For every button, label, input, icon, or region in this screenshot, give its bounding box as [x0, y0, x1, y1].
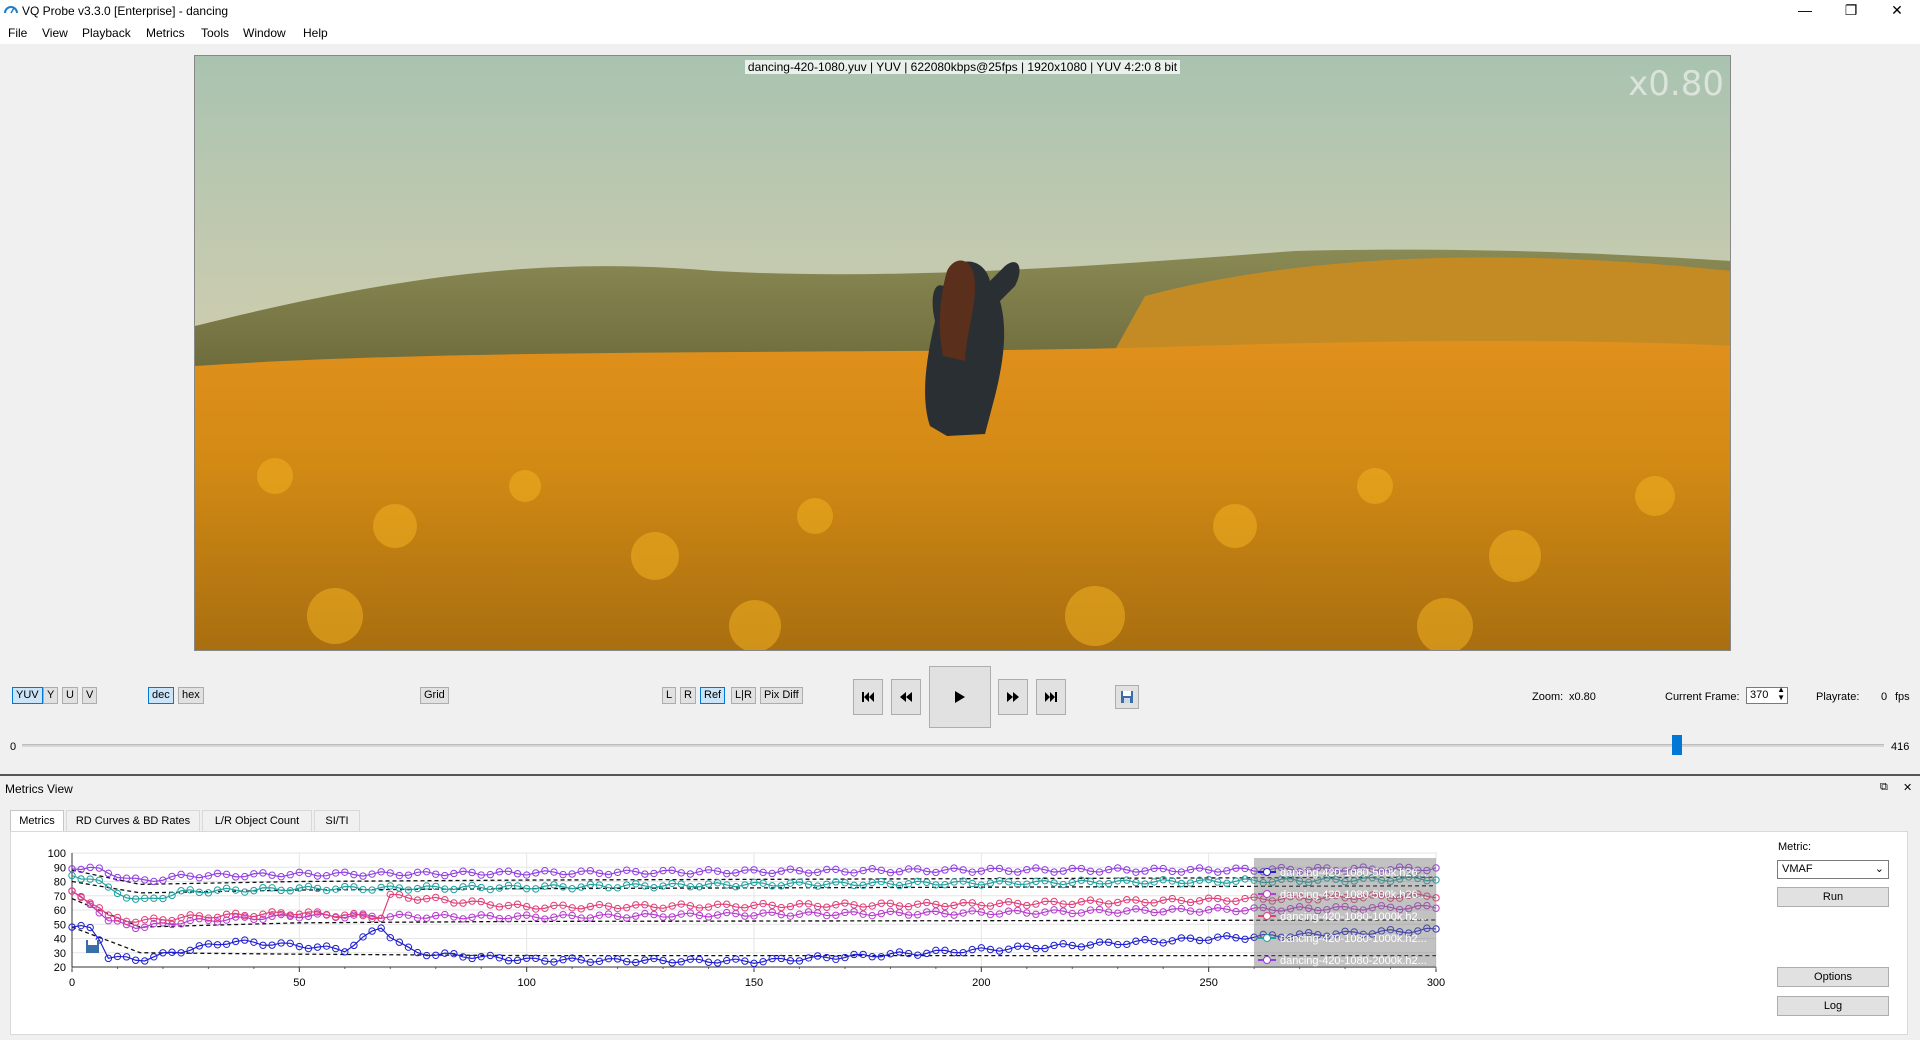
app-logo-icon: [4, 6, 18, 14]
metrics-chart[interactable]: 10090807060504030200 50 100 150 200 250 300dan…: [16, 840, 1756, 1040]
dec-button[interactable]: dec: [148, 687, 174, 704]
y-tick-label: 50: [54, 919, 66, 931]
run-button[interactable]: Run: [1777, 887, 1889, 907]
y-tick-label: 40: [54, 934, 66, 946]
step-forward-button[interactable]: [998, 679, 1028, 715]
legend-swatch-marker: [1263, 890, 1271, 898]
float-panel-icon[interactable]: ⧉: [1880, 781, 1888, 794]
title-bar: VQ Probe v3.3.0 [Enterprise] - dancing —…: [0, 0, 1920, 22]
step-back-button[interactable]: [891, 679, 921, 715]
zoom-label: Zoom:: [1532, 691, 1564, 703]
menu-file[interactable]: File: [8, 26, 27, 40]
plane-yuv-button[interactable]: YUV: [12, 687, 43, 704]
tab-metrics[interactable]: Metrics: [10, 810, 64, 833]
x-tick-label: 100: [517, 977, 535, 989]
left-view-button[interactable]: L: [662, 687, 677, 704]
window-title: VQ Probe v3.3.0 [Enterprise] - dancing: [22, 4, 229, 18]
save-frame-button[interactable]: [1115, 685, 1139, 709]
side-by-side-button[interactable]: L|R: [731, 687, 756, 704]
options-button[interactable]: Options: [1777, 967, 1889, 987]
menu-bar: File View Playback Metrics Tools Window …: [0, 22, 1920, 44]
playrate-label: Playrate:: [1816, 691, 1860, 703]
close-button[interactable]: ✕: [1874, 0, 1920, 22]
menu-help[interactable]: Help: [303, 26, 328, 40]
y-tick-label: 30: [54, 948, 66, 960]
legend-swatch-marker: [1263, 934, 1271, 942]
legend-entry: dancing-420-1080-1000k.h2...: [1280, 933, 1427, 945]
skip-to-end-button[interactable]: [1036, 679, 1066, 715]
x-tick-label: 50: [293, 977, 305, 989]
skip-to-start-button[interactable]: [853, 679, 883, 715]
playrate-value: 0: [1881, 691, 1888, 703]
menu-view[interactable]: View: [42, 26, 68, 40]
tab-object-count[interactable]: L/R Object Count: [202, 810, 312, 832]
metrics-view-title: Metrics View: [5, 782, 73, 796]
legend-entry: dancing-420-1080-1000k.h2...: [1280, 911, 1427, 923]
grid-button[interactable]: Grid: [420, 687, 449, 704]
menu-tools[interactable]: Tools: [201, 26, 229, 40]
plane-u-button[interactable]: U: [62, 687, 78, 704]
y-tick-label: 80: [54, 877, 66, 889]
right-view-button[interactable]: R: [680, 687, 696, 704]
pix-diff-button[interactable]: Pix Diff: [760, 687, 803, 704]
x-tick-label: 300: [1427, 977, 1445, 989]
video-frame[interactable]: dancing-420-1080.yuv | YUV | 622080kbps@…: [194, 55, 1731, 651]
zoom-value: x0.80: [1569, 691, 1596, 703]
x-tick-label: 250: [1199, 977, 1217, 989]
slider-min-label: 0: [10, 741, 17, 753]
play-icon: [955, 691, 965, 703]
legend-swatch-marker: [1263, 868, 1271, 876]
maximize-button[interactable]: ❐: [1828, 0, 1874, 22]
metric-label: Metric:: [1778, 841, 1811, 853]
ref-view-button[interactable]: Ref: [700, 687, 726, 704]
y-tick-label: 60: [54, 905, 66, 917]
legend-swatch-marker: [1263, 956, 1271, 964]
tab-si-ti[interactable]: SI/TI: [314, 810, 360, 832]
y-tick-label: 100: [48, 848, 66, 860]
playrate-unit: fps: [1895, 691, 1910, 703]
plane-v-button[interactable]: V: [82, 687, 98, 704]
y-tick-label: 90: [54, 862, 66, 874]
legend-entry: dancing-420-1080-2000k.h2...: [1280, 955, 1427, 967]
current-frame-spinbox[interactable]: 370 ▲ ▼: [1746, 686, 1788, 704]
x-tick-label: 0: [69, 977, 75, 989]
menu-window[interactable]: Window: [243, 26, 286, 40]
save-icon: [1121, 691, 1133, 703]
minimize-button[interactable]: —: [1782, 0, 1828, 22]
menu-playback[interactable]: Playback: [82, 26, 131, 40]
close-panel-icon[interactable]: ✕: [1903, 781, 1912, 794]
legend-entry: dancing-420-1080-500k.h26...: [1280, 867, 1427, 879]
play-button[interactable]: [929, 666, 991, 728]
chart-save-icon[interactable]: [86, 940, 99, 953]
y-tick-label: 70: [54, 891, 66, 903]
menu-metrics[interactable]: Metrics: [146, 26, 185, 40]
frame-slider-handle[interactable]: [1672, 735, 1683, 755]
zoom-overlay: x0.80: [1628, 64, 1724, 104]
plane-y-button[interactable]: Y: [43, 687, 59, 704]
skip-end-icon: [1045, 692, 1057, 702]
fast-forward-icon: [1007, 692, 1019, 702]
legend-entry: dancing-420-1080-500k.h26...: [1280, 889, 1427, 901]
rewind-icon: [900, 692, 912, 702]
log-button[interactable]: Log: [1777, 996, 1889, 1016]
chevron-down-icon: ⌄: [1874, 863, 1884, 875]
video-frame-image: [195, 56, 1730, 650]
spin-arrows-icon[interactable]: ▲ ▼: [1777, 686, 1785, 702]
y-tick-label: 20: [54, 962, 66, 974]
video-viewer: dancing-420-1080.yuv | YUV | 622080kbps@…: [0, 44, 1920, 774]
metrics-view-header: Metrics View ⧉ ✕: [0, 776, 1920, 800]
x-tick-label: 200: [972, 977, 990, 989]
hex-button[interactable]: hex: [178, 687, 204, 704]
metric-select-value: VMAF: [1782, 863, 1813, 875]
current-frame-value: 370: [1750, 689, 1769, 701]
video-info-label: dancing-420-1080.yuv | YUV | 622080kbps@…: [744, 60, 1181, 74]
skip-start-icon: [862, 692, 874, 702]
legend-swatch-marker: [1263, 912, 1271, 920]
current-frame-label: Current Frame:: [1665, 691, 1740, 703]
frame-slider-track[interactable]: [22, 744, 1884, 747]
x-tick-label: 150: [745, 977, 763, 989]
tab-rd-curves[interactable]: RD Curves & BD Rates: [66, 810, 200, 832]
metric-select[interactable]: VMAF ⌄: [1777, 860, 1889, 879]
slider-max-label: 416: [1891, 741, 1910, 753]
